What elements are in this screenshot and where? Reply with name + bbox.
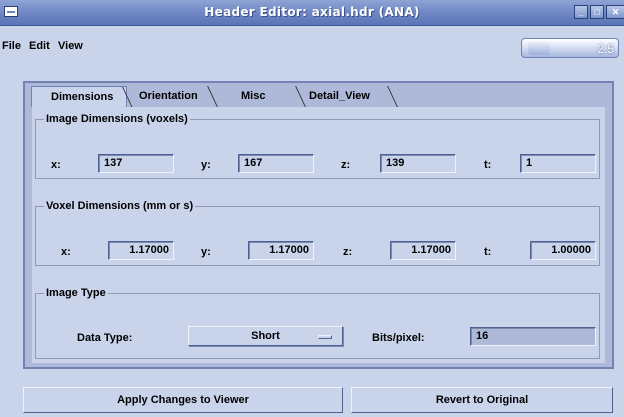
minimize-icon[interactable]: _: [574, 5, 588, 19]
tab-orientation[interactable]: Orientation: [129, 86, 218, 107]
img-z-field[interactable]: 139: [380, 154, 456, 173]
img-y-label: y:: [201, 159, 211, 171]
vox-x-field[interactable]: 1.17000: [108, 241, 174, 260]
tab-misc[interactable]: Misc: [213, 86, 306, 107]
zoom-value: 2.5: [597, 42, 614, 56]
bits-per-pixel-field: 16: [470, 327, 596, 346]
data-type-value: Short: [251, 330, 280, 342]
tab-orientation-label: Orientation: [139, 90, 198, 102]
menu-edit[interactable]: Edit: [29, 40, 50, 52]
vox-z-field[interactable]: 1.17000: [390, 241, 456, 260]
vox-t-field[interactable]: 1.00000: [530, 241, 596, 260]
vox-y-label: y:: [201, 246, 211, 258]
voxel-dimensions-legend: Voxel Dimensions (mm or s): [46, 200, 194, 212]
maximize-icon[interactable]: □: [590, 5, 604, 19]
window-title: Header Editor: axial.hdr (ANA): [204, 5, 420, 19]
tab-dimensions-label: Dimensions: [51, 91, 114, 103]
tab-misc-label: Misc: [241, 90, 266, 102]
zoom-knob[interactable]: [528, 42, 550, 55]
tab-dimensions[interactable]: Dimensions: [31, 86, 133, 108]
img-y-field[interactable]: 167: [238, 154, 314, 173]
data-type-label: Data Type:: [77, 332, 133, 344]
bits-per-pixel-label: Bits/pixel:: [372, 332, 425, 344]
img-z-label: z:: [341, 159, 351, 171]
tab-row: Dimensions Orientation Misc Detail_View: [25, 83, 612, 109]
tab-detail-view[interactable]: Detail_View: [299, 86, 398, 107]
img-t-label: t:: [484, 159, 492, 171]
tab-content: Image Dimensions (voxels) x: 137 y: 167 …: [32, 107, 605, 363]
vox-y-field[interactable]: 1.17000: [248, 241, 314, 260]
apply-changes-button[interactable]: Apply Changes to Viewer: [23, 387, 343, 413]
close-icon[interactable]: ✕: [606, 5, 624, 19]
menu-view[interactable]: View: [58, 40, 83, 52]
tab-detail-view-label: Detail_View: [309, 90, 370, 102]
voxel-dimensions-group: Voxel Dimensions (mm or s) x: 1.17000 y:…: [35, 200, 600, 266]
img-x-field[interactable]: 137: [98, 154, 174, 173]
img-t-field[interactable]: 1: [520, 154, 596, 173]
title-bar: Header Editor: axial.hdr (ANA) _ □ ✕: [0, 0, 624, 26]
vox-z-label: z:: [343, 246, 353, 258]
revert-button[interactable]: Revert to Original: [351, 387, 613, 413]
image-dimensions-group: Image Dimensions (voxels) x: 137 y: 167 …: [35, 113, 600, 179]
vox-t-label: t:: [484, 246, 492, 258]
image-type-group: Image Type Data Type: Short Bits/pixel: …: [35, 287, 600, 359]
data-type-select[interactable]: Short: [188, 326, 343, 346]
menu-file[interactable]: File: [2, 40, 21, 52]
zoom-slider[interactable]: 2.5: [521, 38, 619, 58]
image-type-legend: Image Type: [46, 287, 106, 299]
tab-panel: Dimensions Orientation Misc Detail_View …: [23, 81, 614, 369]
img-x-label: x:: [51, 159, 61, 171]
dropdown-indicator-icon: [318, 335, 332, 339]
vox-x-label: x:: [61, 246, 71, 258]
tab-separator: [378, 86, 398, 107]
image-dimensions-legend: Image Dimensions (voxels): [46, 113, 188, 125]
